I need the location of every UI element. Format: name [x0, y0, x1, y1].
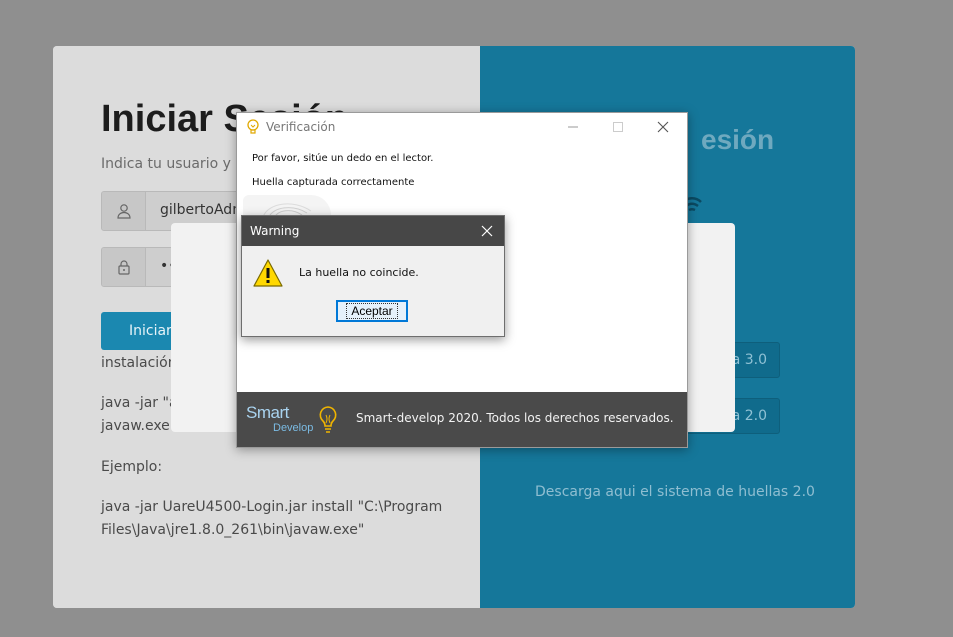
right-panel-title: esión — [701, 124, 775, 155]
verification-titlebar[interactable]: Verificación — [237, 113, 687, 141]
warning-message: La huella no coincide. — [299, 266, 419, 279]
maximize-icon[interactable] — [598, 115, 638, 139]
footer-copyright: Smart-develop 2020. Todos los derechos r… — [356, 411, 674, 425]
example-line-1: java -jar UareU4500-Login.jar install "C… — [101, 499, 443, 515]
fingerprint-image — [243, 195, 331, 217]
brand-lightbulb-icon — [319, 406, 337, 433]
verification-title: Verificación — [266, 120, 336, 134]
warning-dialog: Warning La huella no coincide. Aceptar — [241, 215, 505, 337]
brand-smart: Smart — [246, 403, 289, 422]
download-link[interactable]: Descarga aqui el sistema de huellas 2.0 — [535, 484, 815, 500]
instruction-install: instalación — [101, 355, 177, 371]
username-value: gilbertoAdm — [160, 202, 246, 218]
minimize-icon[interactable] — [553, 115, 593, 139]
close-icon[interactable] — [643, 115, 683, 139]
verification-message-2: Huella capturada correctamente — [252, 177, 415, 188]
instruction-java-1: java -jar "a — [101, 395, 178, 411]
close-icon[interactable] — [474, 219, 500, 243]
example-line-2: Files\Java\jre1.8.0_261\bin\javaw.exe" — [101, 522, 365, 538]
warning-icon — [253, 259, 283, 287]
verification-footer: Smart Develop Smart-develop 2020. Todos … — [237, 392, 687, 447]
example-label: Ejemplo: — [101, 459, 163, 475]
warning-title: Warning — [250, 224, 300, 238]
accept-button[interactable]: Aceptar — [336, 300, 408, 322]
accept-button-label: Aceptar — [346, 303, 398, 319]
instruction-java-2: javaw.exe" — [101, 418, 177, 434]
lock-icon — [102, 248, 146, 286]
verification-message-1: Por favor, sitúe un dedo en el lector. — [252, 153, 434, 164]
warning-titlebar[interactable]: Warning — [242, 216, 504, 246]
login-subtitle: Indica tu usuario y c — [101, 156, 244, 172]
lightbulb-icon — [247, 119, 259, 134]
user-icon — [102, 192, 146, 230]
brand-develop: Develop — [273, 422, 314, 434]
